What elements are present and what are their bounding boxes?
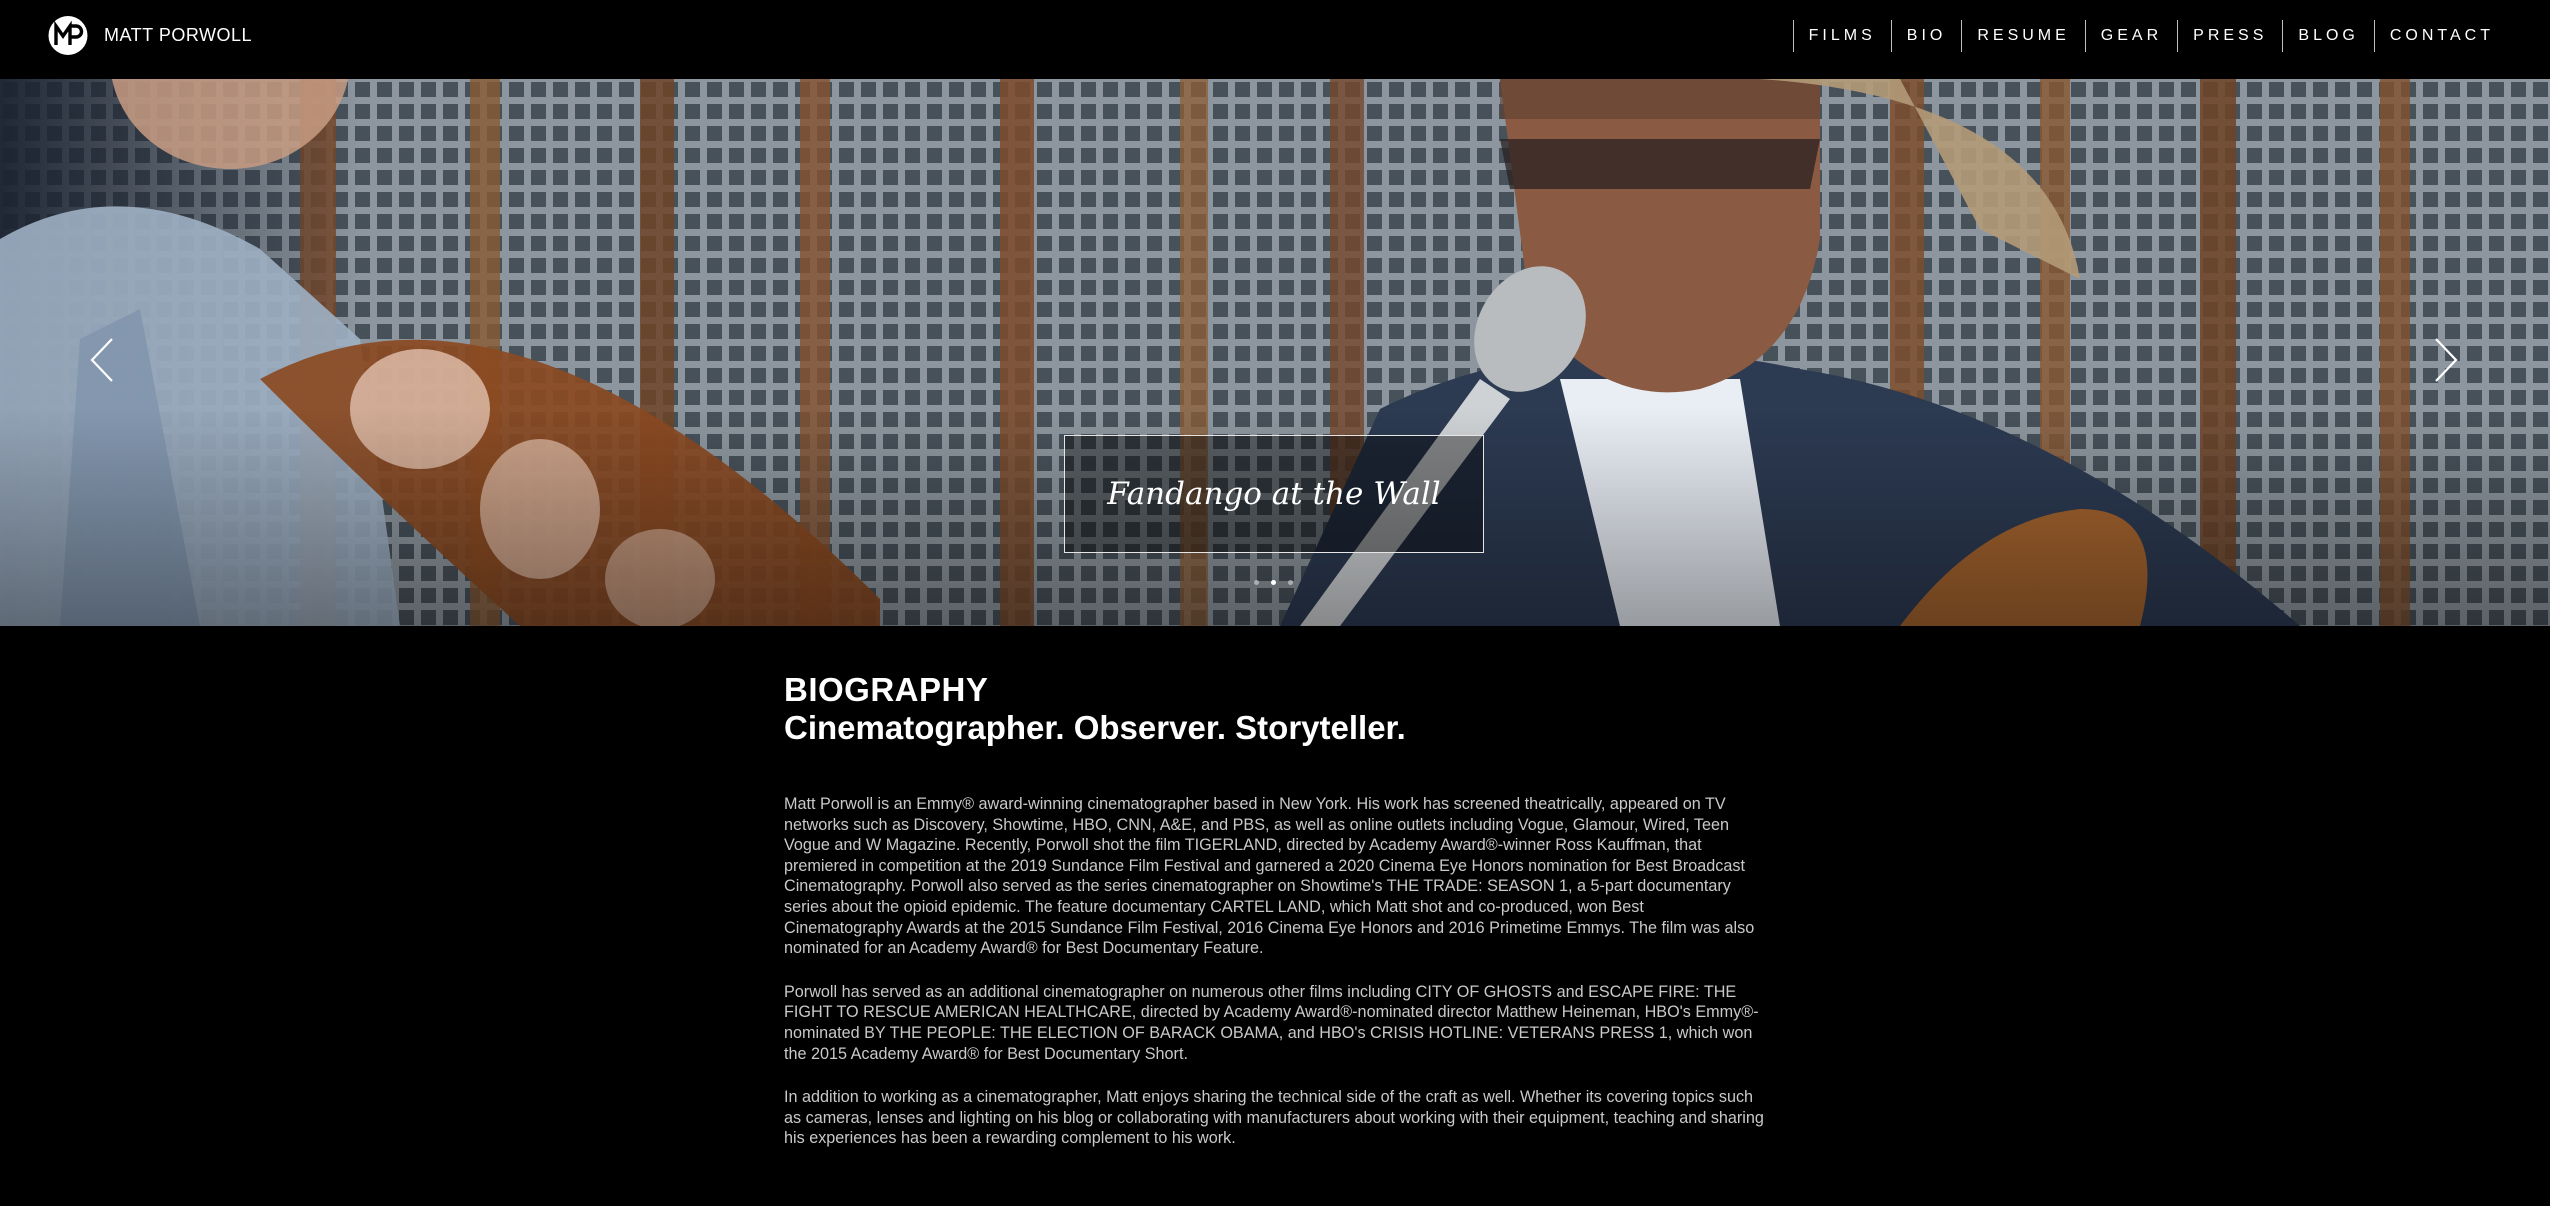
slide-caption-box[interactable]: Fandango at the Wall xyxy=(1064,435,1484,553)
nav-item-bio[interactable]: BIO xyxy=(1890,20,1962,52)
main-nav: FILMS BIO RESUME GEAR PRESS BLOG CONTACT xyxy=(1792,20,2550,52)
nav-item-press[interactable]: PRESS xyxy=(2177,20,2282,52)
nav-item-gear[interactable]: GEAR xyxy=(2084,20,2177,52)
nav-item-contact[interactable]: CONTACT xyxy=(2373,20,2550,52)
slide-dot[interactable] xyxy=(1288,580,1293,585)
hero-slideshow: Fandango at the Wall xyxy=(0,79,2550,626)
bio-subtitle: Cinematographer. Observer. Storyteller. xyxy=(784,709,1406,746)
bio-paragraph: In addition to working as a cinematograp… xyxy=(784,1088,1764,1148)
chevron-left-icon[interactable] xyxy=(82,329,126,391)
site-header: MATT PORWOLL FILMS BIO RESUME GEAR PRESS… xyxy=(0,0,2550,79)
slide-indicators xyxy=(1254,580,1293,585)
biography-section: BIOGRAPHY Cinematographer. Observer. Sto… xyxy=(784,670,1764,1172)
chevron-right-icon[interactable] xyxy=(2422,329,2466,391)
mp-monogram-logo[interactable] xyxy=(48,14,88,57)
site-brand-name[interactable]: MATT PORWOLL xyxy=(104,25,252,46)
bio-paragraph: Matt Porwoll is an Emmy® award-winning c… xyxy=(784,795,1755,958)
slide-dot-active[interactable] xyxy=(1271,580,1276,585)
nav-item-resume[interactable]: RESUME xyxy=(1961,20,2084,52)
slide-dot[interactable] xyxy=(1254,580,1259,585)
bio-paragraph: Porwoll has served as an additional cine… xyxy=(784,982,1759,1063)
slide-caption: Fandango at the Wall xyxy=(1107,476,1441,512)
bio-text: Matt Porwoll is an Emmy® award-winning c… xyxy=(784,794,1764,1149)
nav-item-films[interactable]: FILMS xyxy=(1792,20,1891,52)
nav-item-blog[interactable]: BLOG xyxy=(2282,20,2373,52)
bio-heading: BIOGRAPHY xyxy=(784,671,989,708)
